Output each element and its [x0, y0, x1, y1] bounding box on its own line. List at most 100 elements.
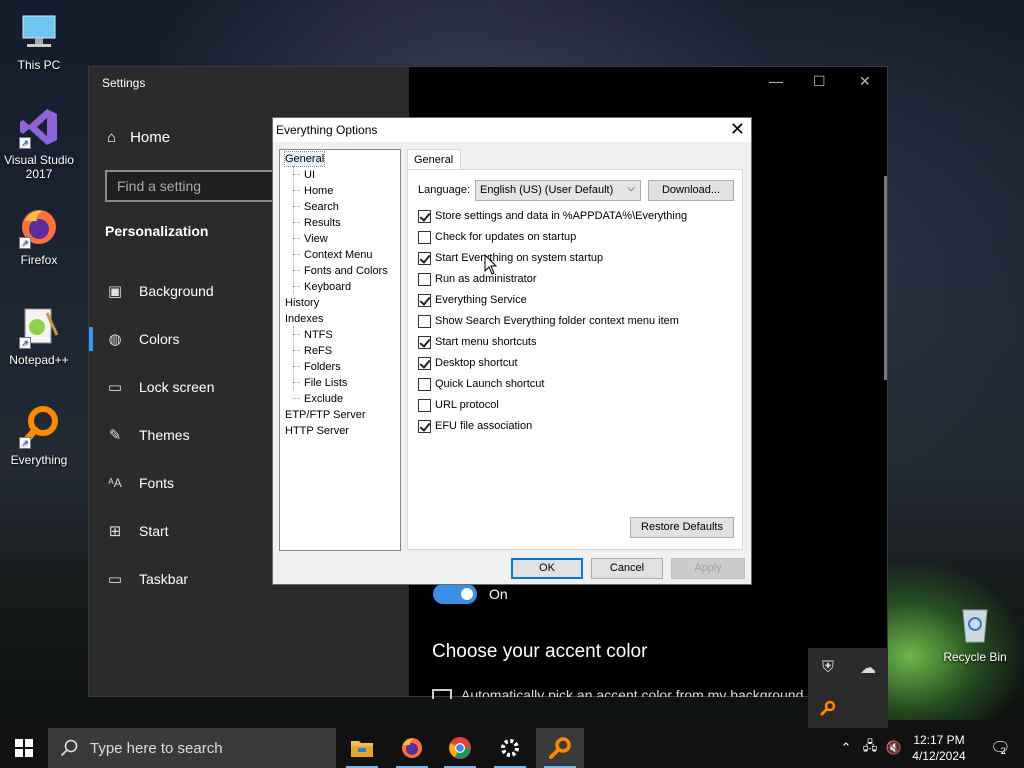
- tree-connector: [293, 166, 294, 294]
- clock-time: 12:17 PM: [913, 733, 965, 747]
- taskbar-clock[interactable]: 12:17 PM 4/12/2024: [900, 732, 978, 764]
- windows-security-icon[interactable]: ⛨: [808, 648, 848, 688]
- visual-studio-icon: ↗: [17, 105, 61, 149]
- tree-item-refs[interactable]: ReFS: [304, 344, 332, 358]
- checkbox-unchecked[interactable]: [418, 314, 431, 328]
- settings-scrollbar[interactable]: [884, 176, 887, 380]
- tree-item-history[interactable]: History: [285, 296, 319, 310]
- taskbar-everything[interactable]: [536, 728, 584, 768]
- start-button[interactable]: [0, 728, 48, 768]
- checkbox-checked[interactable]: [418, 209, 431, 223]
- desktop-icon-notepadpp[interactable]: ↗ Notepad++: [0, 305, 78, 367]
- tree-item-ui[interactable]: UI: [304, 168, 315, 182]
- tree-item-view[interactable]: View: [304, 232, 328, 246]
- nav-label: Taskbar: [139, 571, 189, 587]
- option-start-menu-shortcuts[interactable]: Start menu shortcuts: [418, 335, 537, 349]
- dialog-titlebar[interactable]: Everything Options ✕: [273, 118, 751, 142]
- tree-item-context-menu[interactable]: Context Menu: [304, 248, 372, 262]
- nav-label: Lock screen: [139, 379, 215, 395]
- tree-item-keyboard[interactable]: Keyboard: [304, 280, 351, 294]
- home-nav-item[interactable]: ⌂ Home: [107, 129, 170, 146]
- show-hidden-icons-chevron-up-icon[interactable]: ⌃: [836, 728, 856, 768]
- window-title: Settings: [102, 76, 146, 90]
- minimize-button[interactable]: —: [769, 73, 783, 89]
- firefox-icon: ↗: [17, 205, 61, 249]
- tree-connector: [293, 382, 300, 383]
- tree-item-etp-ftp[interactable]: ETP/FTP Server: [285, 408, 365, 422]
- settings-gear-icon: [501, 739, 519, 757]
- option-quick-launch[interactable]: Quick Launch shortcut: [418, 377, 544, 391]
- close-icon[interactable]: ✕: [730, 119, 745, 140]
- tree-item-http[interactable]: HTTP Server: [285, 424, 349, 438]
- checkbox-checked[interactable]: [418, 419, 431, 433]
- option-check-updates[interactable]: Check for updates on startup: [418, 230, 576, 244]
- language-select[interactable]: English (US) (User Default) ⌵: [475, 180, 641, 201]
- apply-button[interactable]: Apply: [671, 558, 745, 579]
- checkbox-checked[interactable]: [418, 251, 431, 265]
- option-run-as-admin[interactable]: Run as administrator: [418, 272, 537, 286]
- tree-item-home[interactable]: Home: [304, 184, 333, 198]
- taskbar-search-box[interactable]: Type here to search: [48, 728, 336, 768]
- action-center-button[interactable]: 🗨 2: [978, 728, 1018, 768]
- checkbox-checked[interactable]: [418, 293, 431, 307]
- tree-item-exclude[interactable]: Exclude: [304, 392, 343, 406]
- tray-overflow-popup: ⛨ ☁: [808, 648, 888, 728]
- desktop-icon-label: Visual Studio 2017: [4, 153, 74, 181]
- cancel-button[interactable]: Cancel: [591, 558, 663, 579]
- tree-item-search[interactable]: Search: [304, 200, 339, 214]
- option-efu-association[interactable]: EFU file association: [418, 419, 532, 433]
- desktop-icon-this-pc[interactable]: This PC: [0, 10, 78, 72]
- auto-accent-checkbox[interactable]: [432, 689, 452, 699]
- tree-item-indexes[interactable]: Indexes: [285, 312, 324, 326]
- option-store-settings[interactable]: Store settings and data in %APPDATA%\Eve…: [418, 209, 687, 223]
- desktop-icon-everything[interactable]: ↗ Everything: [0, 405, 78, 467]
- option-url-protocol[interactable]: URL protocol: [418, 398, 499, 412]
- tree-item-file-lists[interactable]: File Lists: [304, 376, 347, 390]
- option-context-menu-item[interactable]: Show Search Everything folder context me…: [418, 314, 679, 328]
- everything-icon: [549, 737, 571, 759]
- firefox-icon: [402, 738, 422, 758]
- ok-button[interactable]: OK: [511, 558, 583, 579]
- tree-item-results[interactable]: Results: [304, 216, 341, 230]
- accent-toggle-switch[interactable]: [433, 584, 477, 604]
- checkbox-unchecked[interactable]: [418, 230, 431, 244]
- desktop-icon-label: This PC: [17, 58, 61, 72]
- checkbox-unchecked[interactable]: [418, 377, 431, 391]
- desktop-icon-recycle-bin[interactable]: Recycle Bin: [936, 602, 1014, 664]
- tab-general[interactable]: General: [407, 149, 461, 170]
- download-button[interactable]: Download...: [648, 180, 734, 201]
- checkbox-checked[interactable]: [418, 356, 431, 370]
- tree-connector: [293, 350, 300, 351]
- option-desktop-shortcut[interactable]: Desktop shortcut: [418, 356, 518, 370]
- tree-item-ntfs[interactable]: NTFS: [304, 328, 333, 342]
- shortcut-arrow-icon: ↗: [19, 337, 31, 349]
- taskbar-file-explorer[interactable]: [338, 728, 386, 768]
- checkbox-checked[interactable]: [418, 335, 431, 349]
- everything-tray-icon[interactable]: [808, 688, 848, 728]
- network-icon[interactable]: 🖧: [858, 728, 882, 768]
- chrome-icon: [449, 737, 471, 759]
- close-button[interactable]: ✕: [859, 73, 871, 90]
- taskbar-icon: ▭: [107, 571, 123, 588]
- maximize-button[interactable]: ☐: [813, 73, 826, 90]
- tree-connector: [293, 238, 300, 239]
- tree-item-fonts-colors[interactable]: Fonts and Colors: [304, 264, 388, 278]
- taskbar-settings[interactable]: [486, 728, 534, 768]
- restore-defaults-button[interactable]: Restore Defaults: [630, 517, 734, 538]
- tree-item-general[interactable]: General: [283, 151, 326, 167]
- start-icon: ⊞: [108, 523, 122, 540]
- onedrive-offline-icon[interactable]: ☁: [848, 648, 888, 688]
- checkbox-unchecked[interactable]: [418, 398, 431, 412]
- tree-item-folders[interactable]: Folders: [304, 360, 341, 374]
- search-placeholder: Type here to search: [90, 739, 223, 757]
- taskbar-chrome[interactable]: [436, 728, 484, 768]
- option-label: Check for updates on startup: [435, 231, 577, 243]
- option-everything-service[interactable]: Everything Service: [418, 293, 527, 307]
- taskbar-firefox[interactable]: [388, 728, 436, 768]
- desktop-icon-firefox[interactable]: ↗ Firefox: [0, 205, 78, 267]
- option-start-on-startup[interactable]: Start Everything on system startup: [418, 251, 603, 265]
- option-label: Quick Launch shortcut: [435, 378, 545, 390]
- checkbox-unchecked[interactable]: [418, 272, 431, 286]
- desktop-icon-visual-studio[interactable]: ↗ Visual Studio 2017: [0, 105, 78, 181]
- tree-connector: [293, 206, 300, 207]
